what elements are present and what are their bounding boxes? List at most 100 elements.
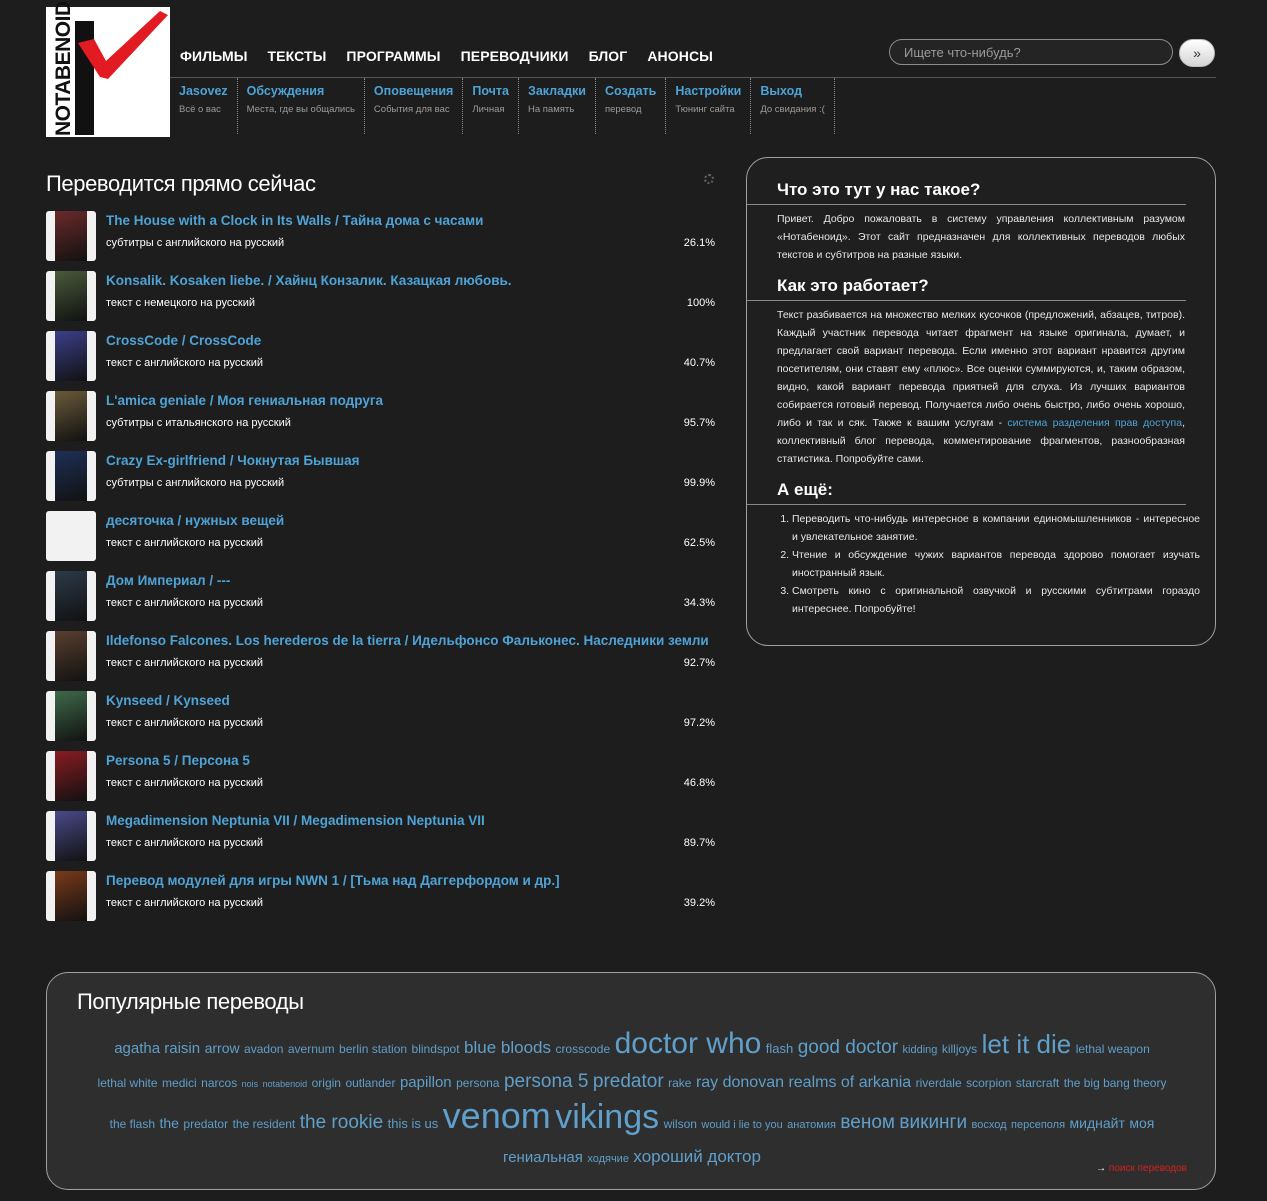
search-translations-link[interactable]: поиск переводов xyxy=(1109,1163,1187,1174)
nav-translators[interactable]: ПЕРЕВОДЧИКИ xyxy=(461,48,569,64)
translation-progress: 95.7% xyxy=(683,417,715,429)
translation-title[interactable]: The House with a Clock in Its Walls / Та… xyxy=(106,213,483,228)
tag-link[interactable]: persona 5 xyxy=(504,1071,589,1092)
tag-link[interactable]: vikings xyxy=(555,1098,659,1136)
nav-programs[interactable]: ПРОГРАММЫ xyxy=(346,48,440,64)
tag-link[interactable]: crosscode xyxy=(555,1042,610,1056)
tag-link[interactable]: let it die xyxy=(982,1029,1072,1059)
translation-thumbnail[interactable] xyxy=(46,871,96,921)
site-logo[interactable]: NOTABENOID xyxy=(46,1,170,137)
tag-link[interactable]: narcos xyxy=(201,1076,237,1090)
tag-link[interactable]: the xyxy=(159,1115,178,1131)
tag-link[interactable]: arrow xyxy=(205,1040,240,1056)
tag-link[interactable]: the flash xyxy=(110,1117,155,1131)
subnav-bookmarks[interactable]: Закладки На память xyxy=(519,78,596,134)
tag-link[interactable]: ходячие xyxy=(587,1153,629,1165)
gear-icon[interactable] xyxy=(704,174,714,184)
tag-link[interactable]: good doctor xyxy=(798,1037,898,1058)
translation-title[interactable]: CrossCode / CrossCode xyxy=(106,333,261,348)
tag-link[interactable]: хороший доктор xyxy=(633,1147,761,1166)
tag-link[interactable]: lethal white xyxy=(98,1076,158,1090)
tag-link[interactable]: викинги xyxy=(899,1112,967,1133)
tag-link[interactable]: doctor who xyxy=(615,1027,762,1060)
tag-link[interactable]: flash xyxy=(766,1041,793,1056)
translation-title[interactable]: Перевод модулей для игры NWN 1 / [Тьма н… xyxy=(106,873,560,888)
translation-title[interactable]: Kynseed / Kynseed xyxy=(106,693,230,708)
subnav-settings[interactable]: Настройки Тюнинг сайта xyxy=(666,78,752,134)
tag-link[interactable]: avadon xyxy=(244,1042,283,1056)
subnav-notifications[interactable]: Оповещения События для вас xyxy=(365,78,464,134)
subnav-discussions[interactable]: Обсуждения Места, где вы общались xyxy=(238,78,365,134)
nav-blog[interactable]: БЛОГ xyxy=(589,48,628,64)
tag-link[interactable]: this is us xyxy=(388,1116,439,1131)
tag-link[interactable]: avernum xyxy=(288,1042,335,1056)
tag-link[interactable]: восход xyxy=(972,1119,1007,1131)
translation-thumbnail[interactable] xyxy=(46,691,96,741)
tag-link[interactable]: realms of arkania xyxy=(788,1074,911,1091)
translation-title[interactable]: Megadimension Neptunia VII / Megadimensi… xyxy=(106,813,485,828)
tag-link[interactable]: outlander xyxy=(345,1076,395,1090)
tag-link[interactable]: origin xyxy=(312,1076,341,1090)
tag-link[interactable]: lethal weapon xyxy=(1076,1042,1150,1056)
search-button[interactable]: » xyxy=(1179,39,1215,67)
tag-link[interactable]: rake xyxy=(668,1076,691,1090)
translation-title[interactable]: Ildefonso Falcones. Los herederos de la … xyxy=(106,633,709,648)
tag-link[interactable]: agatha raisin xyxy=(114,1040,200,1057)
translation-thumbnail[interactable] xyxy=(46,571,96,621)
tag-link[interactable]: blue bloods xyxy=(464,1038,551,1057)
nav-announcements[interactable]: АНОНСЫ xyxy=(647,48,713,64)
subnav-logout[interactable]: Выход До свидания :( xyxy=(751,78,835,134)
tag-link[interactable]: гениальная xyxy=(503,1149,583,1166)
tag-link[interactable]: моя xyxy=(1129,1115,1154,1131)
translation-thumbnail[interactable] xyxy=(46,751,96,801)
translation-thumbnail[interactable] xyxy=(46,511,96,561)
nav-texts[interactable]: ТЕКСТЫ xyxy=(268,48,327,64)
subnav-mail[interactable]: Почта Личная xyxy=(463,78,519,134)
translation-title[interactable]: Дом Империал / --- xyxy=(106,573,230,588)
translation-thumbnail[interactable] xyxy=(46,811,96,861)
translation-title[interactable]: L'amica geniale / Моя гениальная подруга xyxy=(106,393,383,408)
tag-link[interactable]: berlin station xyxy=(339,1042,407,1056)
translation-title[interactable]: Konsalik. Kosaken liebe. / Хайнц Конзали… xyxy=(106,273,512,288)
translation-title[interactable]: Crazy Ex-girlfriend / Чокнутая Бывшая xyxy=(106,453,360,468)
tag-link[interactable]: the big bang theory xyxy=(1064,1076,1167,1090)
translation-thumbnail[interactable] xyxy=(46,451,96,501)
tag-link[interactable]: killjoys xyxy=(942,1042,977,1056)
tag-link[interactable]: papillon xyxy=(400,1074,452,1091)
translation-thumbnail[interactable] xyxy=(46,331,96,381)
tag-link[interactable]: миднайт xyxy=(1070,1115,1125,1131)
tag-link[interactable]: venom xyxy=(443,1095,551,1136)
translation-thumbnail[interactable] xyxy=(46,631,96,681)
tag-link[interactable]: the resident xyxy=(233,1117,296,1131)
translation-thumbnail[interactable] xyxy=(46,211,96,261)
tag-link[interactable]: персеполя xyxy=(1011,1119,1065,1131)
tag-link[interactable]: persona xyxy=(456,1076,499,1090)
poster-image xyxy=(55,871,87,921)
search-input[interactable] xyxy=(889,39,1173,65)
subnav-create[interactable]: Создать перевод xyxy=(596,78,667,134)
tag-link[interactable]: predator xyxy=(183,1117,228,1131)
tag-link[interactable]: notabenoid xyxy=(263,1079,308,1089)
tag-link[interactable]: starcraft xyxy=(1016,1076,1059,1090)
tag-link[interactable]: веном xyxy=(840,1112,895,1133)
translation-thumbnail[interactable] xyxy=(46,271,96,321)
tag-link[interactable]: анатомия xyxy=(787,1119,836,1131)
translation-item: Ildefonso Falcones. Los herederos de la … xyxy=(46,630,718,690)
tag-link[interactable]: predator xyxy=(593,1071,664,1092)
tag-link[interactable]: scorpion xyxy=(966,1076,1011,1090)
tag-link[interactable]: wilson xyxy=(664,1117,697,1131)
tag-link[interactable]: kidding xyxy=(903,1044,938,1056)
subnav-profile[interactable]: Jasovez Всё о вас xyxy=(170,78,238,134)
tag-link[interactable]: riverdale xyxy=(916,1076,962,1090)
tag-link[interactable]: the rookie xyxy=(300,1112,383,1133)
tag-link[interactable]: would i lie to you xyxy=(701,1119,782,1131)
tag-link[interactable]: nois xyxy=(242,1079,259,1089)
translation-title[interactable]: десяточка / нужных вещей xyxy=(106,513,284,528)
tag-link[interactable]: medici xyxy=(162,1076,197,1090)
tag-link[interactable]: blindspot xyxy=(412,1042,460,1056)
translation-thumbnail[interactable] xyxy=(46,391,96,441)
access-rights-link[interactable]: система разделения прав доступа xyxy=(1007,417,1182,429)
nav-films[interactable]: ФИЛЬМЫ xyxy=(180,48,248,64)
tag-link[interactable]: ray donovan xyxy=(696,1074,784,1091)
translation-title[interactable]: Persona 5 / Персона 5 xyxy=(106,753,250,768)
